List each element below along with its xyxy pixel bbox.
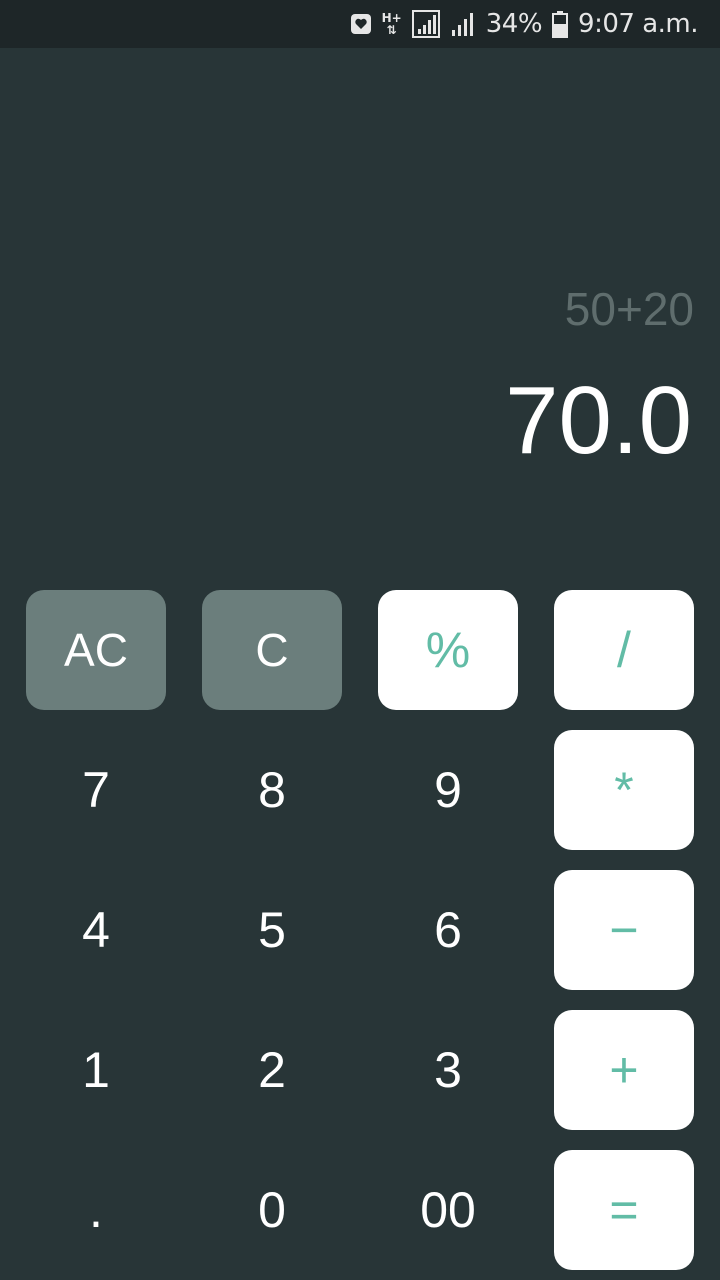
digit-3-button[interactable]: 3: [378, 1010, 518, 1130]
notification-icon: [350, 9, 372, 39]
signal-icon: [411, 9, 440, 39]
digit-6-button[interactable]: 6: [378, 870, 518, 990]
add-button[interactable]: +: [554, 1010, 694, 1130]
double-zero-button[interactable]: 00: [378, 1150, 518, 1270]
multiply-button[interactable]: *: [554, 730, 694, 850]
result-text: 70.0: [505, 367, 692, 474]
digit-1-button[interactable]: 1: [26, 1010, 166, 1130]
digit-5-button[interactable]: 5: [202, 870, 342, 990]
expression-text: 50+20: [564, 283, 694, 335]
all-clear-button[interactable]: AC: [26, 590, 166, 710]
status-bar: H+ ⇅ 34% 9:07 a.m.: [0, 0, 720, 48]
digit-8-button[interactable]: 8: [202, 730, 342, 850]
keypad: AC C % / 7 8 9 * 4 5 6 − 1 2 3 + . 0 00 …: [26, 590, 694, 1280]
network-type-icon: H+ ⇅: [382, 9, 402, 39]
subtract-button[interactable]: −: [554, 870, 694, 990]
digit-0-button[interactable]: 0: [202, 1150, 342, 1270]
signal-strength-icon: [450, 9, 476, 39]
divide-button[interactable]: /: [554, 590, 694, 710]
equals-button[interactable]: =: [554, 1150, 694, 1270]
battery-percent: 34%: [485, 9, 543, 39]
digit-4-button[interactable]: 4: [26, 870, 166, 990]
data-arrows-icon: ⇅: [386, 23, 397, 37]
digit-2-button[interactable]: 2: [202, 1010, 342, 1130]
percent-button[interactable]: %: [378, 590, 518, 710]
calculator-display: 50+20 70.0: [0, 48, 720, 578]
digit-7-button[interactable]: 7: [26, 730, 166, 850]
clock: 9:07 a.m.: [578, 9, 698, 39]
battery-icon: [552, 9, 569, 39]
clear-button[interactable]: C: [202, 590, 342, 710]
decimal-point-button[interactable]: .: [26, 1150, 166, 1270]
digit-9-button[interactable]: 9: [378, 730, 518, 850]
